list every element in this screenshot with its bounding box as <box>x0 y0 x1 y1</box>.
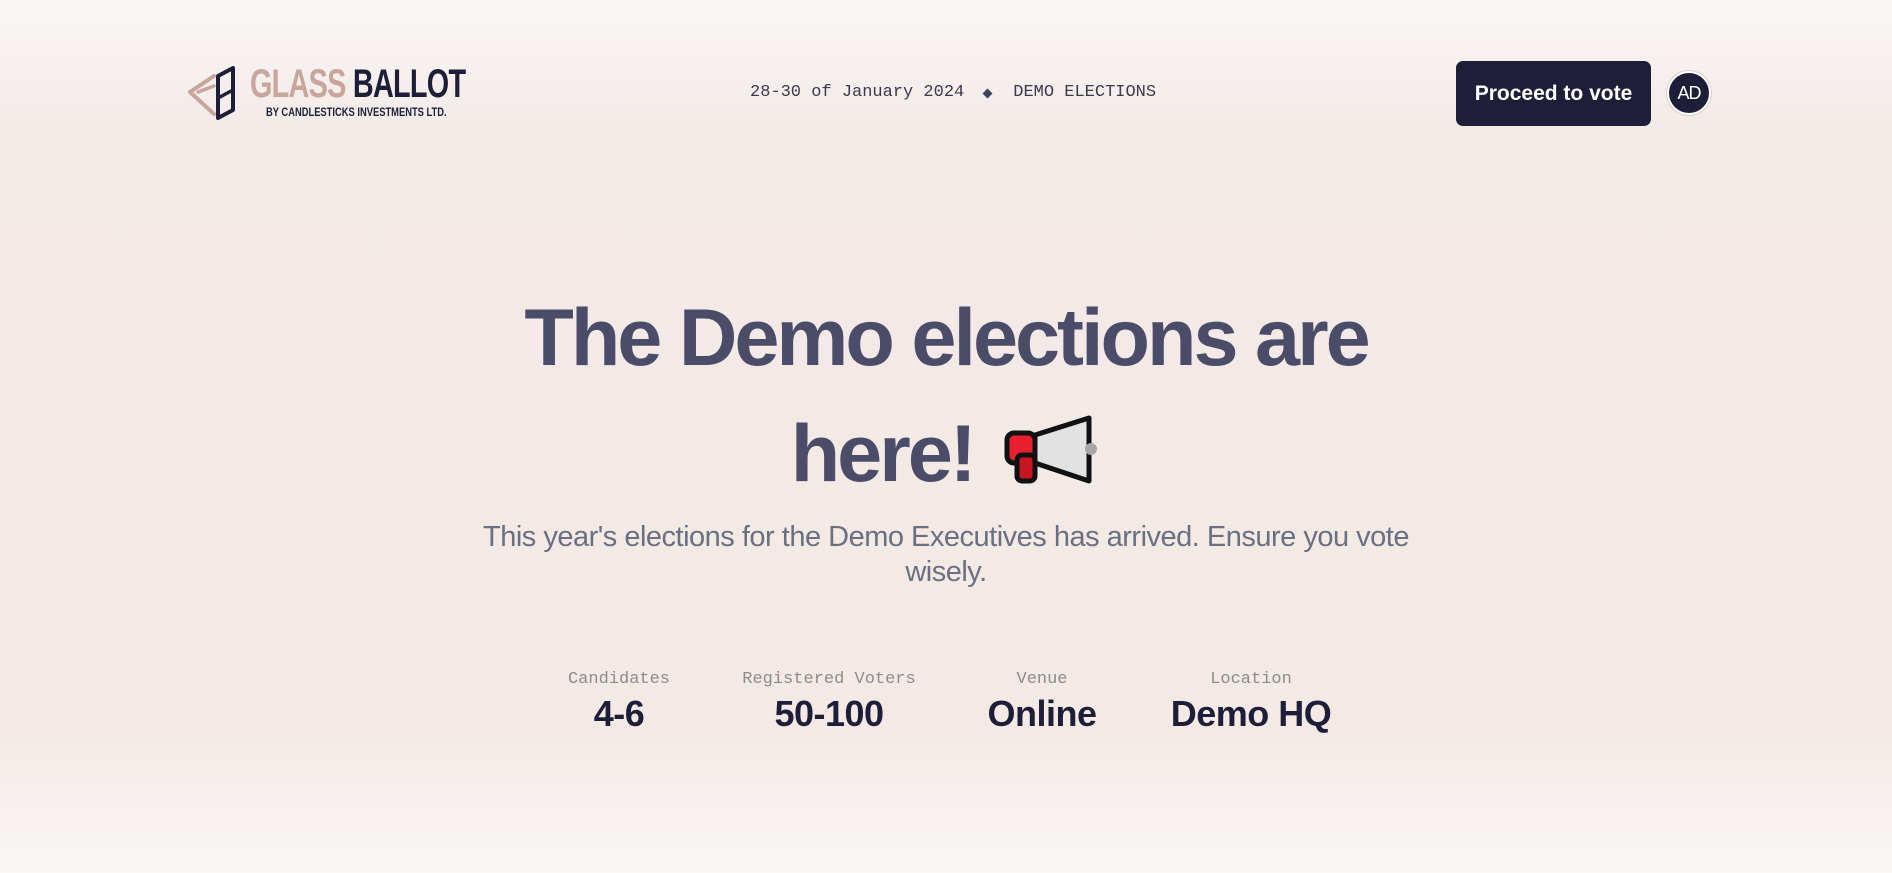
stat-label: Candidates <box>567 670 671 689</box>
proceed-to-vote-button[interactable]: Proceed to vote <box>1456 61 1651 126</box>
stat-registered-voters: Registered Voters 50-100 <box>742 668 915 736</box>
stat-venue: Venue Online <box>987 668 1097 736</box>
logo-title-glass: GLASS <box>250 62 346 106</box>
stat-value: 50-100 <box>774 693 884 734</box>
logo-title-ballot: BALLOT <box>352 62 466 106</box>
logo-title: GLASS BALLOT <box>250 62 466 106</box>
stat-label: Venue <box>1016 670 1068 689</box>
hero-title: The Demo elections are here! <box>446 280 1446 518</box>
hero-title-line1: The Demo elections are <box>524 293 1370 383</box>
stat-label: Location <box>1210 670 1292 689</box>
glass-ballot-logo[interactable]: GLASS BALLOT BY CANDLESTICKS INVESTMENTS… <box>188 62 466 124</box>
logo-subtitle: BY CANDLESTICKS INVESTMENTS LTD. <box>266 105 447 119</box>
election-stats: Candidates 4-6 Registered Voters 50-100 … <box>0 668 1892 748</box>
event-dates: 28-30 of January 2024 <box>750 83 965 102</box>
stat-value: Online <box>987 693 1097 734</box>
stat-value: Demo HQ <box>1170 693 1332 734</box>
stat-candidates: Candidates 4-6 <box>568 668 670 736</box>
stat-location: Location Demo HQ <box>1171 668 1332 736</box>
event-info: 28-30 of January 2024 DEMO ELECTIONS <box>750 82 1156 104</box>
stat-value: 4-6 <box>593 693 645 734</box>
user-avatar[interactable]: AD <box>1667 71 1711 115</box>
hero-title-line2: here! <box>790 409 977 499</box>
diamond-separator-icon <box>982 88 993 98</box>
stat-label: Registered Voters <box>742 670 916 689</box>
header: GLASS BALLOT BY CANDLESTICKS INVESTMENTS… <box>0 0 1892 190</box>
hero-subtitle: This year's elections for the Demo Execu… <box>483 521 1409 588</box>
ballot-box-icon <box>188 66 235 120</box>
event-name: DEMO ELECTIONS <box>1013 83 1157 102</box>
megaphone-icon <box>1001 402 1101 518</box>
